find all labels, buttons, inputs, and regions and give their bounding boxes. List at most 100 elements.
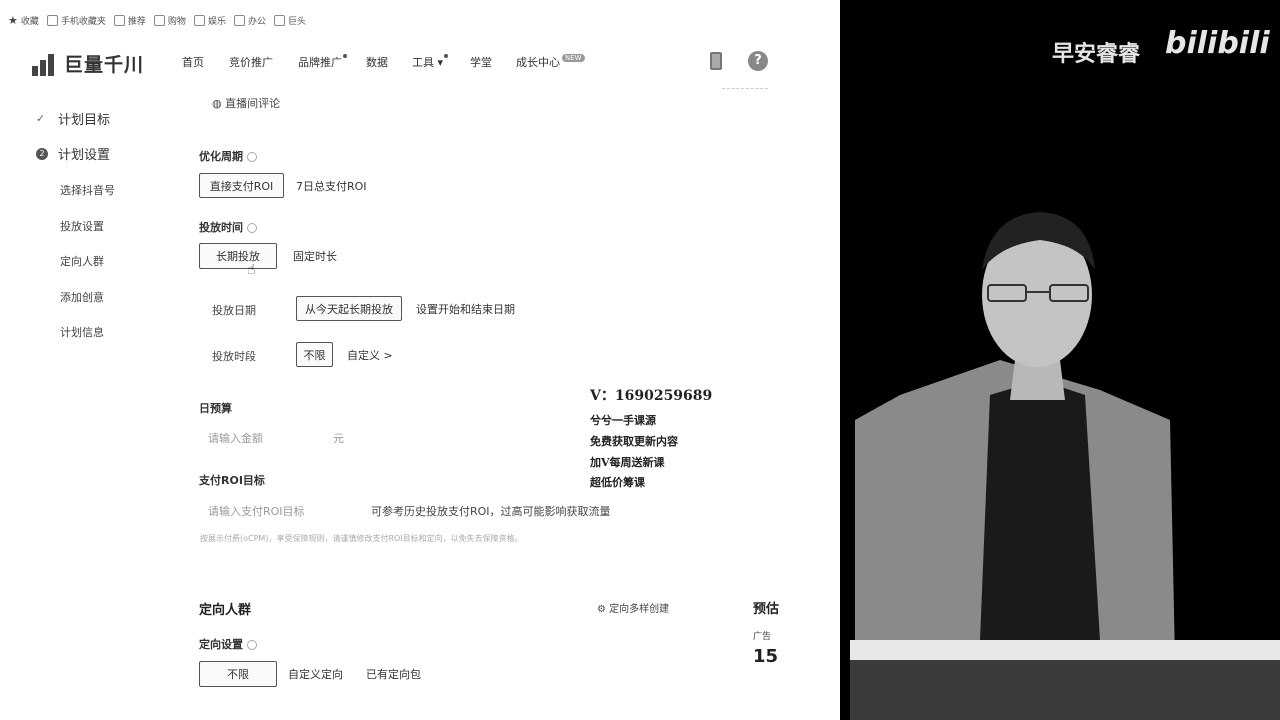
bookmark-label: 手机收藏夹 bbox=[60, 16, 106, 27]
watermark-text: 早安睿睿 bbox=[1052, 42, 1141, 67]
nav-academy[interactable]: 学堂 bbox=[470, 54, 492, 70]
nav-data[interactable]: 数据 bbox=[366, 54, 388, 70]
info-icon[interactable] bbox=[247, 152, 257, 162]
logo-icon bbox=[32, 52, 58, 76]
promo-line: 加V每周送新课 bbox=[590, 456, 665, 469]
bookmark-label: 办公 bbox=[247, 16, 266, 27]
nav-home[interactable]: 首页 bbox=[182, 54, 204, 70]
oCPM-note: 按展示付费(oCPM)，享受保障规则，请谨慎修改支付ROI目标和定向，以免失去保… bbox=[200, 534, 523, 543]
targeting-package[interactable]: 已有定向包 bbox=[366, 661, 421, 687]
estimate-number: 15 bbox=[753, 646, 779, 667]
opt-cycle-label: 优化周期 bbox=[199, 148, 257, 164]
sidebar-item-plan-info[interactable]: 计划信息 bbox=[60, 324, 104, 340]
chat-icon: ◍ bbox=[212, 97, 226, 110]
sidebar-step-label: 计划目标 bbox=[58, 113, 111, 128]
targeting-multi-toggle[interactable]: ⚙ 定向多样创建 bbox=[597, 600, 669, 615]
opt-cycle-7day[interactable]: 7日总支付ROI bbox=[296, 173, 367, 198]
sidebar-item-targeting[interactable]: 定向人群 bbox=[60, 253, 104, 269]
schedule-long-term[interactable]: 长期投放 bbox=[199, 243, 277, 269]
step-number: 2 bbox=[36, 147, 48, 160]
sidebar-item-delivery[interactable]: 投放设置 bbox=[60, 218, 104, 234]
hand-cursor-icon: ☝ bbox=[247, 262, 256, 278]
roi-hint: 可参考历史投放支付ROI，过高可能影响获取流量 bbox=[371, 505, 611, 518]
bookmark-item[interactable]: 娱乐 bbox=[193, 14, 226, 27]
folder-icon bbox=[233, 14, 245, 26]
sidebar-item-account[interactable]: 选择抖音号 bbox=[60, 182, 115, 198]
opt-cycle-direct[interactable]: 直接支付ROI bbox=[199, 173, 284, 198]
roi-input[interactable]: 请输入支付ROI目标 bbox=[208, 503, 305, 519]
targeting-setting-label: 定向设置 bbox=[199, 636, 257, 652]
budget-input[interactable]: 请输入金额 bbox=[208, 430, 263, 446]
settings-icon: ⚙ bbox=[597, 604, 610, 615]
targeting-setting-text: 定向设置 bbox=[199, 638, 243, 651]
presenter-video bbox=[840, 0, 1280, 720]
nav-bidding[interactable]: 竞价推广 bbox=[229, 54, 273, 70]
schedule-fixed[interactable]: 固定时长 bbox=[293, 243, 337, 269]
estimate-title: 预估 bbox=[753, 602, 780, 617]
period-label: 投放时段 bbox=[212, 350, 256, 363]
promo-contact: V：1690259689 bbox=[590, 388, 713, 404]
period-custom[interactable]: 自定义 > bbox=[347, 342, 393, 367]
folder-icon bbox=[153, 14, 165, 26]
bookmark-label: 娱乐 bbox=[207, 16, 226, 27]
dot-icon bbox=[343, 54, 347, 58]
promo-line: 兮兮一手课源 bbox=[590, 414, 656, 427]
bookmark-item[interactable]: 购物 bbox=[153, 14, 186, 27]
nav-growth[interactable]: 成长中心 NEW bbox=[516, 54, 585, 70]
nav-tools[interactable]: 工具 ▾ bbox=[412, 54, 449, 70]
nav-growth-label: 成长中心 bbox=[516, 56, 560, 69]
brand-logo[interactable]: 巨量千川 bbox=[32, 50, 144, 77]
bookmark-label: 收藏 bbox=[20, 16, 39, 27]
schedule-label: 投放时间 bbox=[199, 219, 257, 235]
date-from-today[interactable]: 从今天起长期投放 bbox=[296, 296, 402, 321]
folder-icon bbox=[113, 14, 125, 26]
sidebar-step-settings[interactable]: 2 计划设置 bbox=[36, 144, 110, 163]
promo-line: 免费获取更新内容 bbox=[590, 435, 678, 448]
top-nav: 巨量千川 首页 竞价推广 品牌推广 数据 工具 ▾ 学堂 成长中心 NEW ? bbox=[0, 40, 840, 84]
star-icon: ★ bbox=[8, 13, 18, 27]
date-label: 投放日期 bbox=[212, 304, 256, 317]
help-icon[interactable]: ? bbox=[748, 51, 768, 71]
dot-icon bbox=[444, 54, 449, 58]
new-badge: NEW bbox=[562, 54, 585, 62]
bookmark-item[interactable]: 办公 bbox=[233, 14, 266, 27]
targeting-custom[interactable]: 自定义定向 bbox=[288, 661, 343, 687]
bookmark-item[interactable]: ★ 收藏 bbox=[8, 14, 39, 27]
check-icon: ✓ bbox=[36, 112, 46, 125]
phone-bookmark-icon bbox=[46, 14, 58, 26]
bookmark-label: 推荐 bbox=[127, 16, 146, 27]
targeting-multi-label: 定向多样创建 bbox=[609, 604, 670, 615]
opt-cycle-text: 优化周期 bbox=[199, 150, 243, 163]
sidebar-step-label: 计划设置 bbox=[58, 148, 111, 163]
info-icon[interactable] bbox=[247, 640, 257, 650]
bilibili-logo: bilibili bbox=[1165, 26, 1270, 61]
sidebar-step-goal[interactable]: ✓ 计划目标 bbox=[36, 109, 110, 128]
live-comment-option[interactable]: ◍ 直播间评论 bbox=[212, 95, 280, 111]
page-icon bbox=[273, 14, 285, 26]
schedule-text: 投放时间 bbox=[199, 221, 243, 234]
screen-recording: ★ 收藏 手机收藏夹 推荐 购物 娱乐 办公 巨头 巨量千川 首页 竞价推广 品牌… bbox=[0, 0, 840, 720]
presenter-image bbox=[840, 0, 1280, 720]
budget-unit: 元 bbox=[333, 432, 344, 445]
roi-label: 支付ROI目标 bbox=[199, 474, 265, 487]
nav-brand-ads[interactable]: 品牌推广 bbox=[298, 54, 347, 70]
brand-name: 巨量千川 bbox=[64, 54, 145, 76]
targeting-unlimited[interactable]: 不限 bbox=[199, 661, 277, 687]
bookmark-item[interactable]: 推荐 bbox=[113, 14, 146, 27]
promo-line: 超低价筹课 bbox=[590, 476, 645, 489]
targeting-title: 定向人群 bbox=[199, 603, 252, 618]
info-icon[interactable] bbox=[247, 223, 257, 233]
estimate-sub: 广告 bbox=[753, 632, 772, 642]
divider bbox=[722, 88, 768, 89]
period-unlimited[interactable]: 不限 bbox=[296, 342, 333, 367]
bookmark-item[interactable]: 手机收藏夹 bbox=[46, 14, 106, 27]
folder-icon bbox=[193, 14, 205, 26]
bookmarks-bar: ★ 收藏 手机收藏夹 推荐 购物 娱乐 办公 巨头 bbox=[0, 10, 306, 30]
bookmark-label: 购物 bbox=[167, 16, 186, 27]
budget-label: 日预算 bbox=[199, 402, 232, 415]
date-set-range[interactable]: 设置开始和结束日期 bbox=[416, 296, 515, 321]
phone-icon[interactable] bbox=[710, 52, 722, 70]
sidebar-item-creative[interactable]: 添加创意 bbox=[60, 289, 104, 305]
bookmark-item[interactable]: 巨头 bbox=[273, 14, 306, 27]
nav-brand-ads-label: 品牌推广 bbox=[298, 56, 342, 69]
